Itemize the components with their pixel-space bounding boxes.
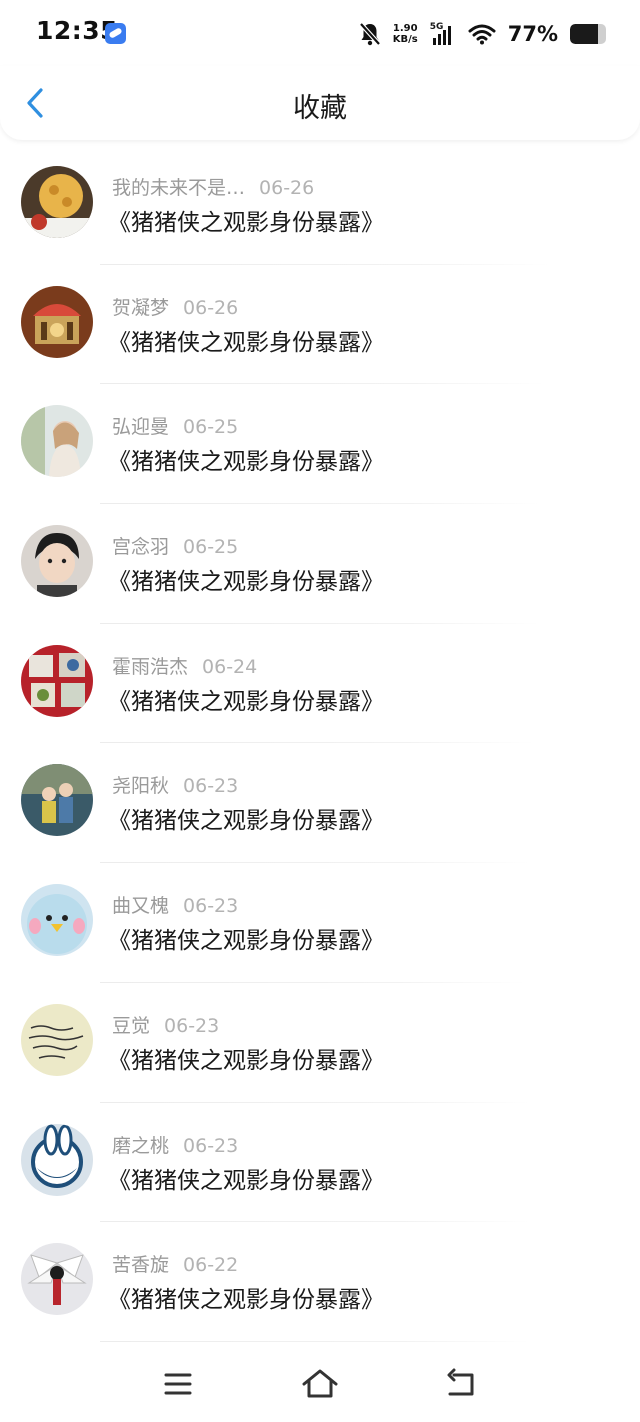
favorite-date: 06-22 [183,1254,239,1277]
favorite-date: 06-25 [183,536,239,559]
favorite-title[interactable]: 《猪猪侠之观影身份暴露》 [108,442,384,476]
status-bar: 12:35 1.90 KB/s 5G 77% [0,0,640,66]
item-meta: 霍雨浩杰 06-24 [112,652,257,679]
item-meta: 贺凝梦 06-26 [112,293,238,320]
favorite-item[interactable]: 我的未来不是… 06-26 《猪猪侠之观影身份暴露》 [0,145,640,265]
signal-icon: 5G [430,22,456,46]
user-name[interactable]: 尧阳秋 [112,775,169,797]
favorite-title[interactable]: 《猪猪侠之观影身份暴露》 [108,682,384,716]
battery-level [570,24,598,44]
menu-icon[interactable] [158,1367,198,1401]
user-name[interactable]: 我的未来不是… [112,177,245,199]
favorite-date: 06-25 [183,416,239,439]
favorite-date: 06-24 [202,655,258,678]
user-name[interactable]: 霍雨浩杰 [112,656,188,678]
user-name[interactable]: 贺凝梦 [112,297,169,319]
avatar[interactable] [21,884,93,957]
avatar[interactable] [21,1243,93,1316]
user-name[interactable]: 宫念羽 [112,536,169,558]
favorite-item[interactable]: 苦香旋 06-22 《猪猪侠之观影身份暴露》 [0,1222,640,1342]
avatar[interactable] [21,405,93,478]
favorite-title[interactable]: 《猪猪侠之观影身份暴露》 [108,921,384,955]
avatar[interactable] [21,1123,93,1196]
user-name[interactable]: 苦香旋 [112,1254,169,1276]
net-speed: 1.90 KB/s [393,23,418,45]
favorite-item[interactable]: 贺凝梦 06-26 《猪猪侠之观影身份暴露》 [0,265,640,385]
item-meta: 尧阳秋 06-23 [112,771,238,798]
user-name[interactable]: 弘迎曼 [112,416,169,438]
app-notification-icon [105,23,126,44]
favorite-date: 06-23 [164,1014,220,1037]
favorite-title[interactable]: 《猪猪侠之观影身份暴露》 [108,562,384,596]
item-meta: 苦香旋 06-22 [112,1250,238,1277]
system-nav-bar [0,1345,640,1422]
page-title: 收藏 [293,93,347,124]
favorite-title[interactable]: 《猪猪侠之观影身份暴露》 [108,801,384,835]
favorite-title[interactable]: 《猪猪侠之观影身份暴露》 [108,323,384,357]
favorite-item[interactable]: 宫念羽 06-25 《猪猪侠之观影身份暴露》 [0,504,640,624]
favorite-item[interactable]: 曲又槐 06-23 《猪猪侠之观影身份暴露》 [0,863,640,983]
favorite-date: 06-23 [183,895,239,918]
battery-percent: 77% [507,22,558,46]
bell-muted-icon [359,22,381,46]
avatar[interactable] [21,525,93,598]
avatar[interactable] [21,764,93,837]
user-name[interactable]: 曲又槐 [112,895,169,917]
favorite-item[interactable]: 霍雨浩杰 06-24 《猪猪侠之观影身份暴露》 [0,624,640,744]
header: 收藏 [0,66,640,140]
favorite-title[interactable]: 《猪猪侠之观影身份暴露》 [108,1161,384,1195]
favorite-date: 06-26 [183,296,239,319]
item-meta: 豆觉 06-23 [112,1011,219,1038]
favorite-date: 06-23 [183,1134,239,1157]
item-meta: 我的未来不是… 06-26 [112,173,314,200]
divider [100,1340,530,1342]
battery-icon [570,24,606,44]
favorite-item[interactable]: 豆觉 06-23 《猪猪侠之观影身份暴露》 [0,983,640,1103]
item-meta: 弘迎曼 06-25 [112,412,238,439]
status-icons: 1.90 KB/s 5G 77% [359,20,606,48]
item-meta: 曲又槐 06-23 [112,891,238,918]
home-icon[interactable] [300,1367,340,1401]
favorite-item[interactable]: 弘迎曼 06-25 《猪猪侠之观影身份暴露》 [0,384,640,505]
net-speed-unit: KB/s [392,34,418,45]
favorite-item[interactable]: 尧阳秋 06-23 《猪猪侠之观影身份暴露》 [0,743,640,864]
favorites-list: 我的未来不是… 06-26 《猪猪侠之观影身份暴露》 贺凝梦 06-26 《猪猪侠之观影身… [0,145,640,1342]
favorite-date: 06-23 [183,775,239,798]
favorite-item[interactable]: 磨之桃 06-23 《猪猪侠之观影身份暴露》 [0,1103,640,1223]
avatar[interactable] [21,166,93,238]
favorite-title[interactable]: 《猪猪侠之观影身份暴露》 [108,203,384,237]
back-icon[interactable] [442,1367,482,1401]
user-name[interactable]: 磨之桃 [112,1135,169,1157]
avatar[interactable] [21,644,93,717]
avatar[interactable] [21,1003,93,1076]
favorite-date: 06-26 [259,177,315,199]
net-speed-value: 1.90 [392,23,418,34]
wifi-icon [468,24,496,45]
item-meta: 磨之桃 06-23 [112,1131,238,1158]
favorite-title[interactable]: 《猪猪侠之观影身份暴露》 [108,1280,384,1314]
user-name[interactable]: 豆觉 [112,1015,150,1037]
avatar[interactable] [21,285,93,358]
favorite-title[interactable]: 《猪猪侠之观影身份暴露》 [108,1041,384,1075]
item-meta: 宫念羽 06-25 [112,532,238,559]
